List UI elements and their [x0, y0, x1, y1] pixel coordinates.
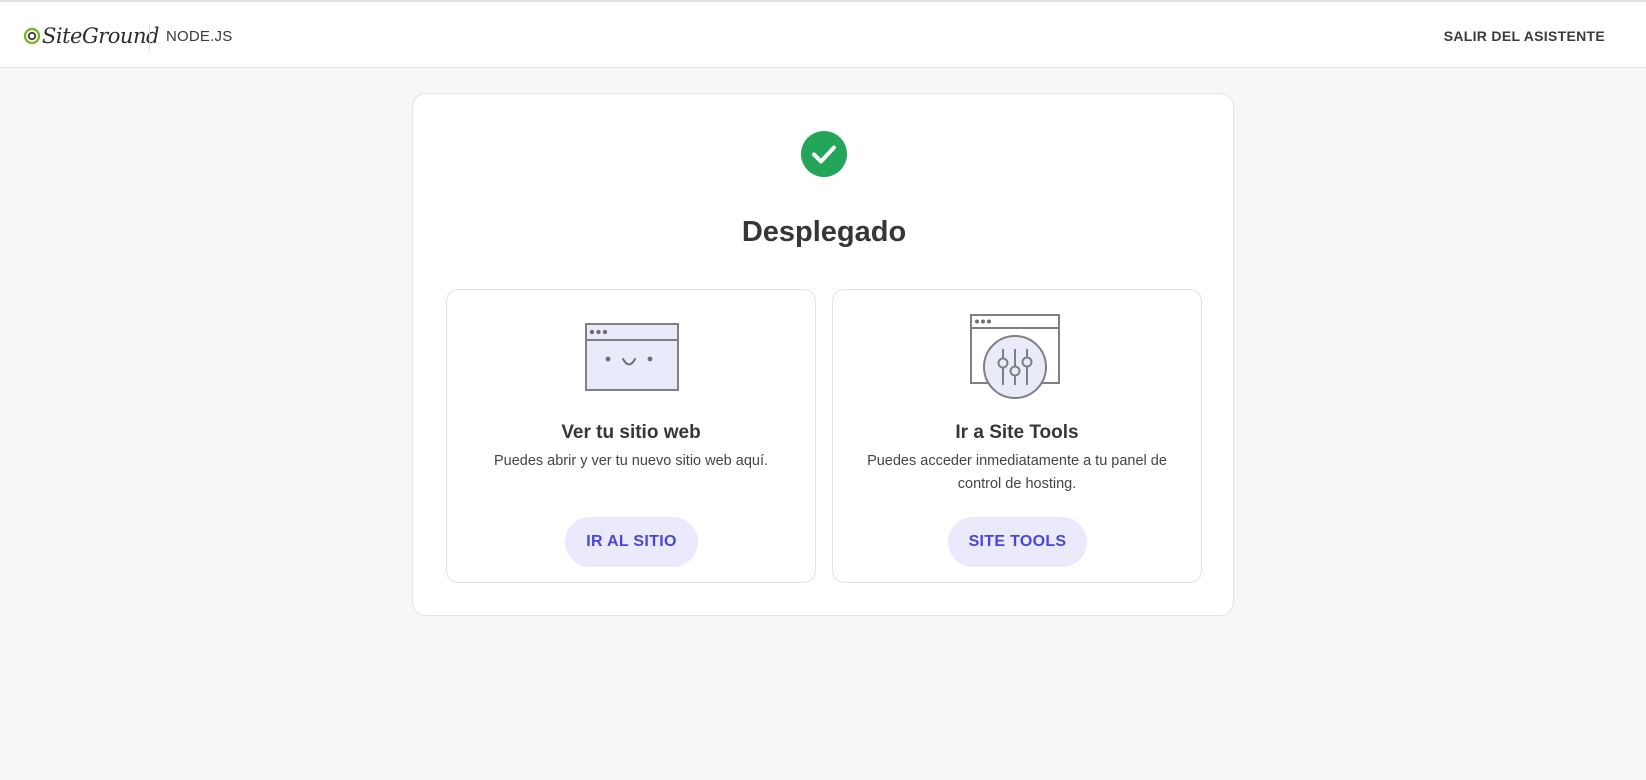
browser-smiley-icon [585, 323, 679, 391]
site-tools-title: Ir a Site Tools [955, 422, 1079, 443]
view-site-title: Ver tu sitio web [561, 422, 701, 443]
browser-sliders-icon [970, 314, 1060, 399]
exit-wizard-link[interactable]: SALIR DEL ASISTENTE [1444, 28, 1605, 44]
header-divider [149, 24, 150, 50]
page-title: Desplegado [741, 216, 907, 248]
siteground-logo[interactable]: SiteGround [24, 22, 159, 50]
view-site-card: Ver tu sitio web Puedes abrir y ver tu n… [446, 289, 816, 583]
section-label: NODE.JS [166, 28, 233, 45]
top-bar: SiteGround NODE.JS SALIR DEL ASISTENTE [0, 0, 1646, 68]
view-site-description: Puedes abrir y ver tu nuevo sitio web aq… [493, 453, 769, 469]
site-tools-card: Ir a Site Tools Puedes acceder inmediata… [832, 289, 1202, 583]
site-tools-button[interactable]: SITE TOOLS [948, 517, 1087, 567]
go-to-site-button[interactable]: IR AL SITIO [565, 517, 698, 567]
check-circle-icon [801, 131, 847, 177]
siteground-logo-icon [24, 27, 40, 45]
brand-name: SiteGround [42, 24, 159, 48]
site-tools-description: Puedes acceder inmediatamente a tu panel… [867, 453, 1167, 492]
deploy-result-panel: Desplegado Ver tu sitio web Puedes abrir… [412, 93, 1234, 616]
